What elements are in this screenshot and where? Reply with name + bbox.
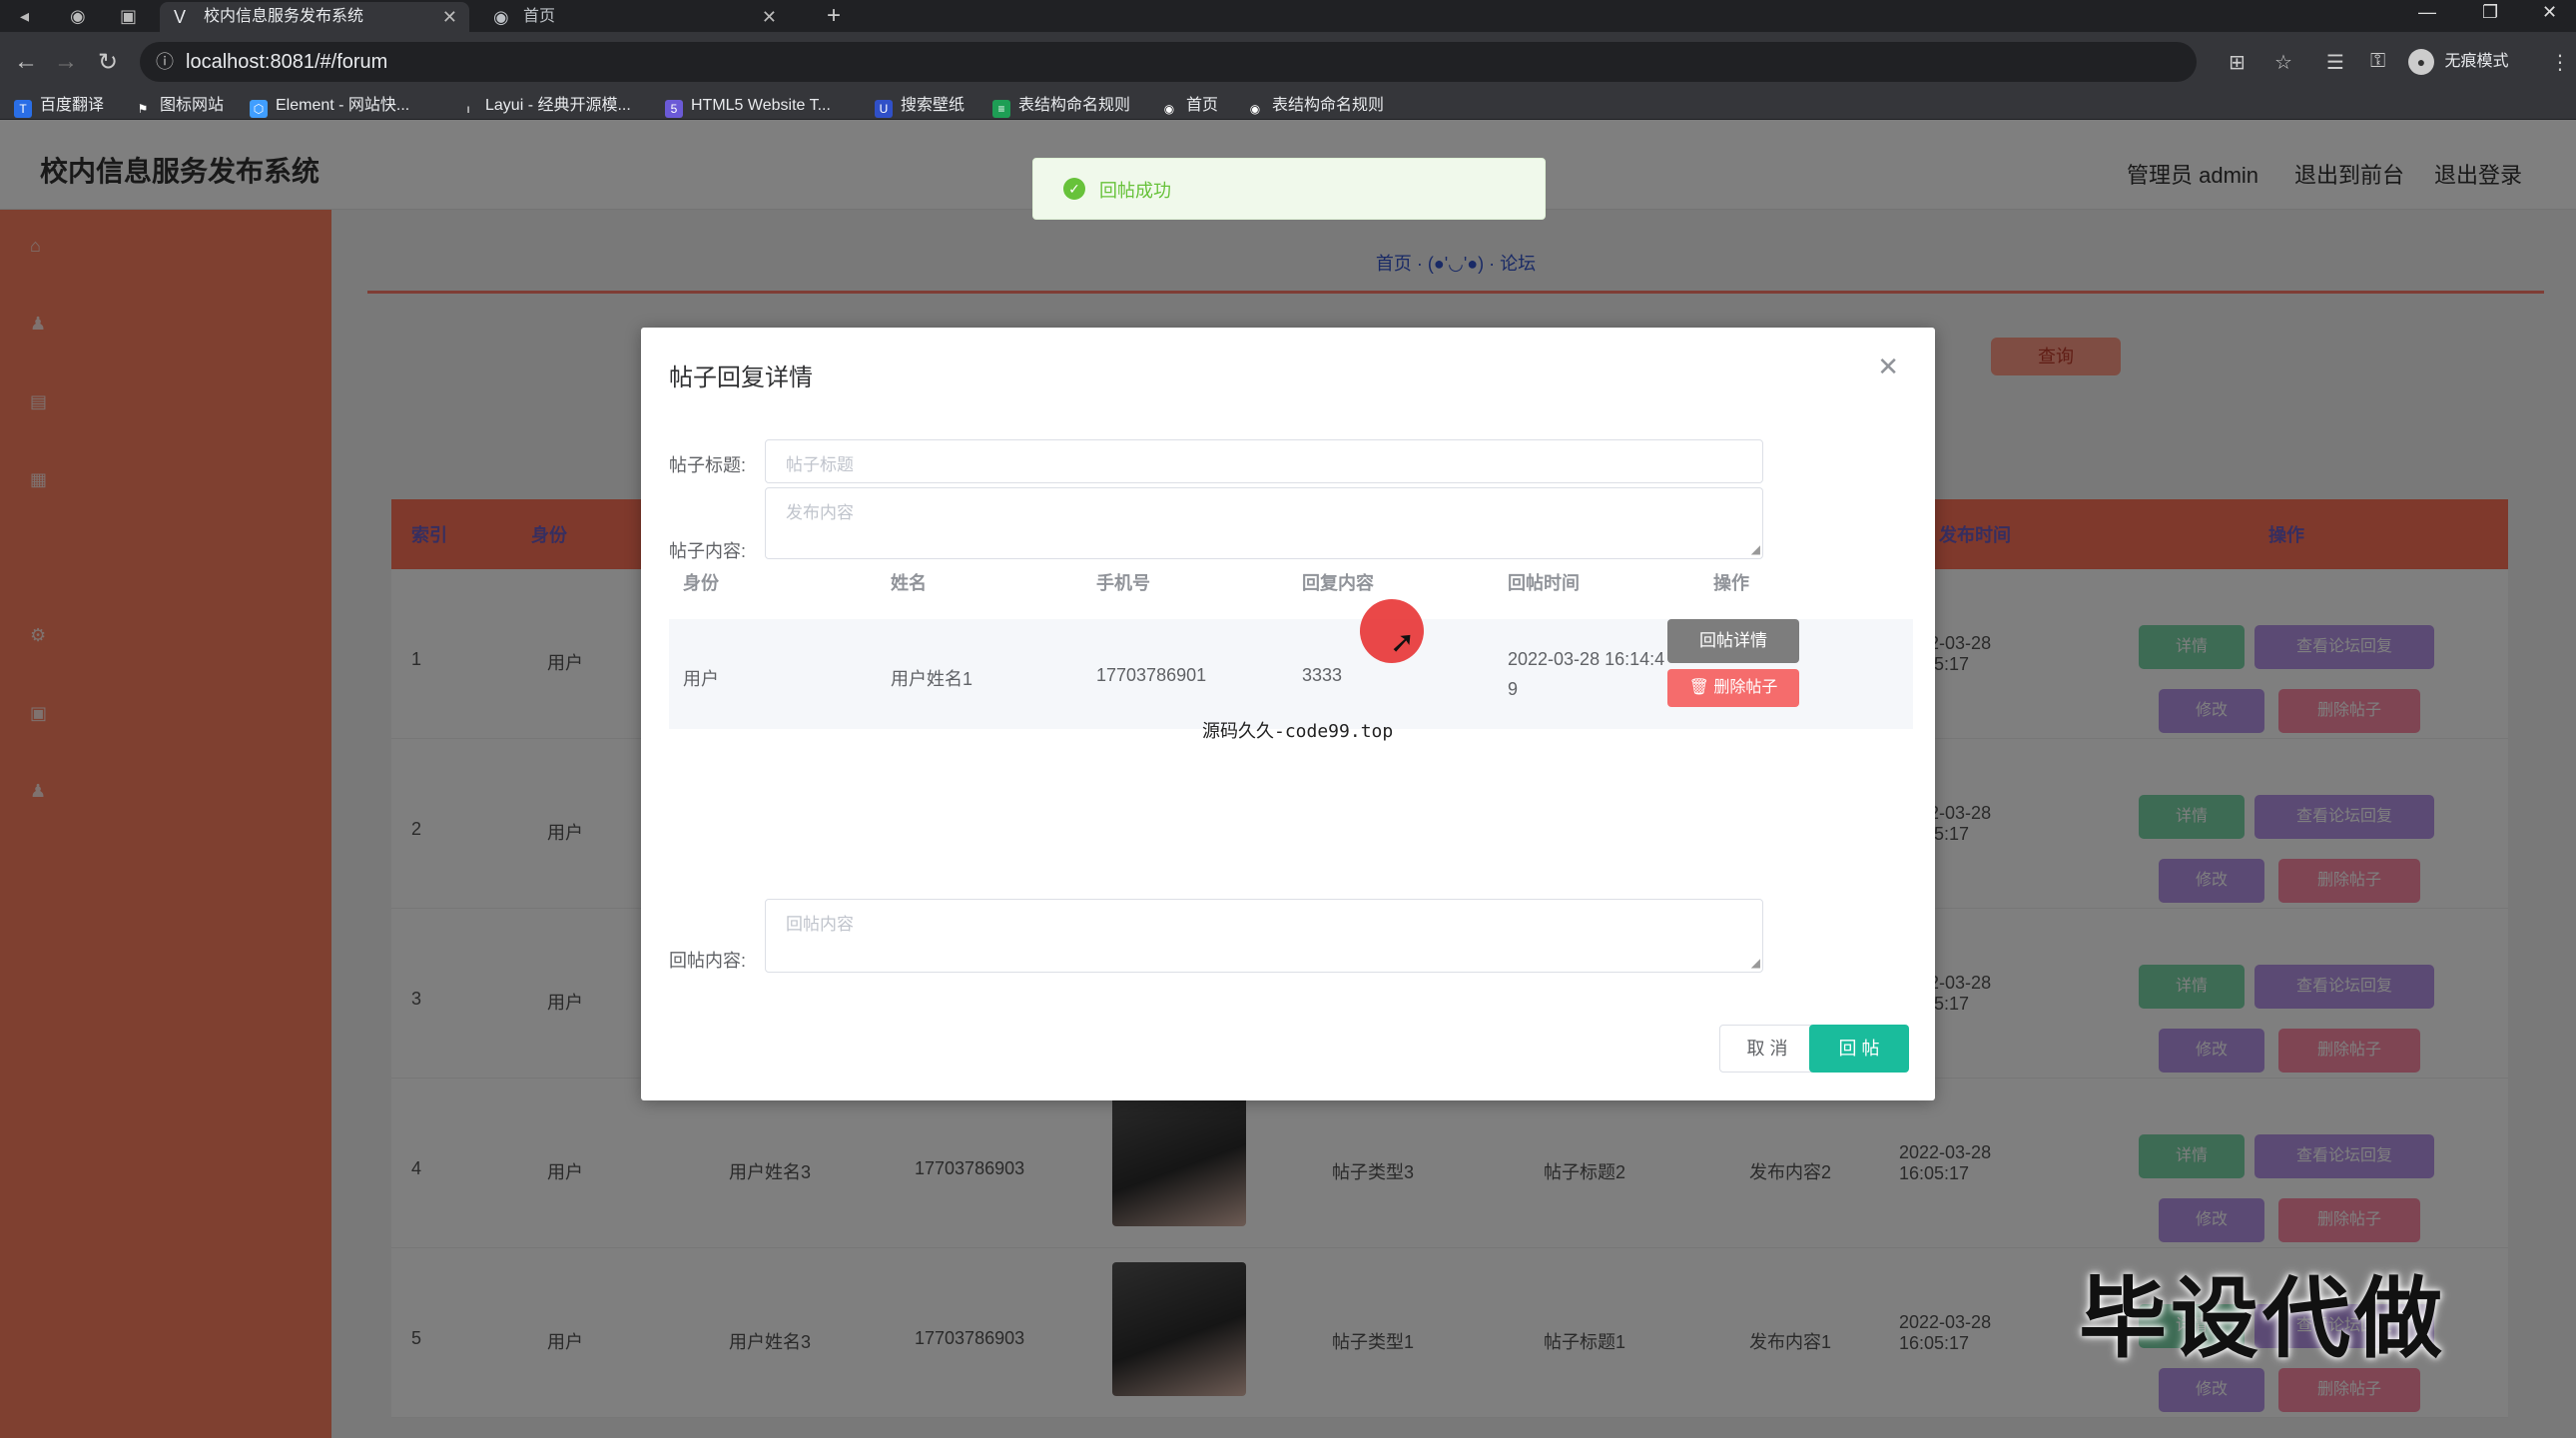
tab-title: 校内信息服务发布系统 [204,8,364,25]
bookmark-item[interactable]: U 搜索壁纸 [875,96,965,118]
new-tab-button[interactable]: + [827,2,841,30]
bookmark-item[interactable]: ◉ 表结构命名规则 [1246,96,1384,118]
table-icon: ≡ [992,100,1010,118]
post-content-label: 帖子内容: [669,541,747,561]
key-icon[interactable]: ⚿ [2370,50,2385,73]
check-icon: ✓ [1063,178,1085,200]
delete-reply-label: 删除帖子 [1713,679,1778,696]
submit-reply-button[interactable]: 回 帖 [1809,1025,1909,1073]
reply-phone: 17703786901 [1096,665,1207,685]
cancel-button[interactable]: 取 消 [1719,1025,1815,1073]
vue-icon: V [174,7,187,27]
translate-icon: T [14,100,32,118]
col-actions: 操作 [1713,573,1749,593]
post-title-label: 帖子标题: [669,455,747,475]
reply-role: 用户 [683,669,719,689]
toast-message: 回帖成功 [1099,181,1171,201]
incognito-icon: ● [2408,48,2434,75]
bookmark-item[interactable]: ⬡ Element - 网站快... [250,96,409,118]
resize-handle-icon[interactable]: ◢ [1751,956,1760,970]
dialog-title: 帖子回复详情 [669,364,813,391]
translate-icon[interactable]: ⊞ [2229,50,2246,75]
cursor-icon: ➚ [1390,626,1416,659]
tab-title: 首页 [523,8,556,25]
bookmark-item[interactable]: ◉ 首页 [1160,96,1218,118]
more-icon[interactable]: ⋮ [2550,50,2570,75]
bookmark-item[interactable]: 5 HTML5 Website T... [665,96,831,118]
close-tab-icon[interactable]: ✕ [442,2,457,32]
star-icon[interactable]: ☆ [2274,50,2292,75]
layui-icon: ı [466,102,470,116]
col-role: 身份 [683,573,719,593]
reply-time-line2: 9 [1508,679,1519,699]
post-title-input[interactable]: 帖子标题 [765,439,1763,483]
bookmark-item[interactable]: ⚑ 图标网站 [134,96,224,118]
profile-button[interactable]: ● 无痕模式 [2408,44,2508,80]
flag-icon: ⚑ [137,102,149,116]
globe-icon: ◉ [1163,102,1175,116]
post-content-textarea[interactable]: 发布内容 ◢ [765,487,1763,559]
address-bar: ← → ↻ ⓘ localhost:8081/#/forum ⊞ ☆ ☰ ⚿ ●… [0,32,2576,92]
bookmark-item[interactable]: ı Layui - 经典开源模... [459,96,630,118]
reply-content-placeholder: 回帖内容 [786,915,854,934]
reload-icon[interactable]: ↻ [98,48,118,77]
post-content-placeholder: 发布内容 [786,503,854,522]
reply-time-line1: 2022-03-28 16:14:4 [1508,649,1665,669]
close-tab-icon[interactable]: ✕ [762,2,777,32]
element-icon: ⬡ [250,100,268,118]
restore-icon[interactable]: ❐ [2482,2,2498,23]
col-phone: 手机号 [1096,573,1150,593]
browser-tabbar: ◂ ◉ ▣ V 校内信息服务发布系统 ✕ ◉ 首页 ✕ + — ❐ ✕ [0,0,2576,32]
reply-content-label: 回帖内容: [669,951,747,971]
globe-icon: ◉ [493,7,509,27]
tab-active[interactable]: V 校内信息服务发布系统 ✕ [160,2,469,32]
globe-icon: ◉ [1249,102,1261,116]
info-icon[interactable]: ⓘ [156,42,174,82]
minimize-icon[interactable]: — [2418,2,2436,23]
menu-icon[interactable]: ◂ [20,6,29,27]
reply-content-textarea[interactable]: 回帖内容 ◢ [765,899,1763,973]
html5-icon: 5 [665,100,683,118]
url-input[interactable]: ⓘ localhost:8081/#/forum [140,42,2197,82]
globe-icon[interactable]: ◉ [70,6,86,27]
wallpaper-icon: U [875,100,893,118]
close-icon[interactable]: ✕ [1877,352,1899,382]
back-icon[interactable]: ← [14,48,38,76]
profile-label: 无痕模式 [2444,53,2509,70]
reply-name: 用户姓名1 [891,669,973,689]
reply-detail-dialog: 帖子回复详情 ✕ 帖子标题: 帖子标题 帖子内容: 发布内容 ◢ 身份 姓名 手… [641,328,1935,1100]
delete-reply-button[interactable]: 🗑 删除帖子 [1667,669,1799,707]
reply-detail-button[interactable]: 回帖详情 [1667,619,1799,663]
watermark-big: 毕设代做 [2079,1269,2447,1368]
url-text: localhost:8081/#/forum [186,51,388,73]
trash-icon: 🗑 [1688,679,1714,696]
col-reply-content: 回复内容 [1302,573,1374,593]
bookmark-item[interactable]: ≡ 表结构命名规则 [992,96,1130,118]
success-toast: ✓ 回帖成功 [1032,158,1546,220]
col-name: 姓名 [891,573,927,593]
window-icon[interactable]: ▣ [120,6,137,27]
bookmarks-bar: T 百度翻译 ⚑ 图标网站 ⬡ Element - 网站快... ı Layui - 经… [0,92,2576,120]
forward-icon[interactable]: → [54,48,78,76]
resize-handle-icon[interactable]: ◢ [1751,542,1760,556]
close-window-icon[interactable]: ✕ [2542,2,2557,23]
bookmark-item[interactable]: T 百度翻译 [14,96,104,118]
watermark-small: 源码久久-code99.top [1202,721,1394,742]
reply-content: 3333 [1302,665,1343,685]
reading-list-icon[interactable]: ☰ [2326,50,2344,75]
tab-inactive[interactable]: ◉ 首页 ✕ [479,2,789,32]
col-reply-time: 回帖时间 [1508,573,1580,593]
